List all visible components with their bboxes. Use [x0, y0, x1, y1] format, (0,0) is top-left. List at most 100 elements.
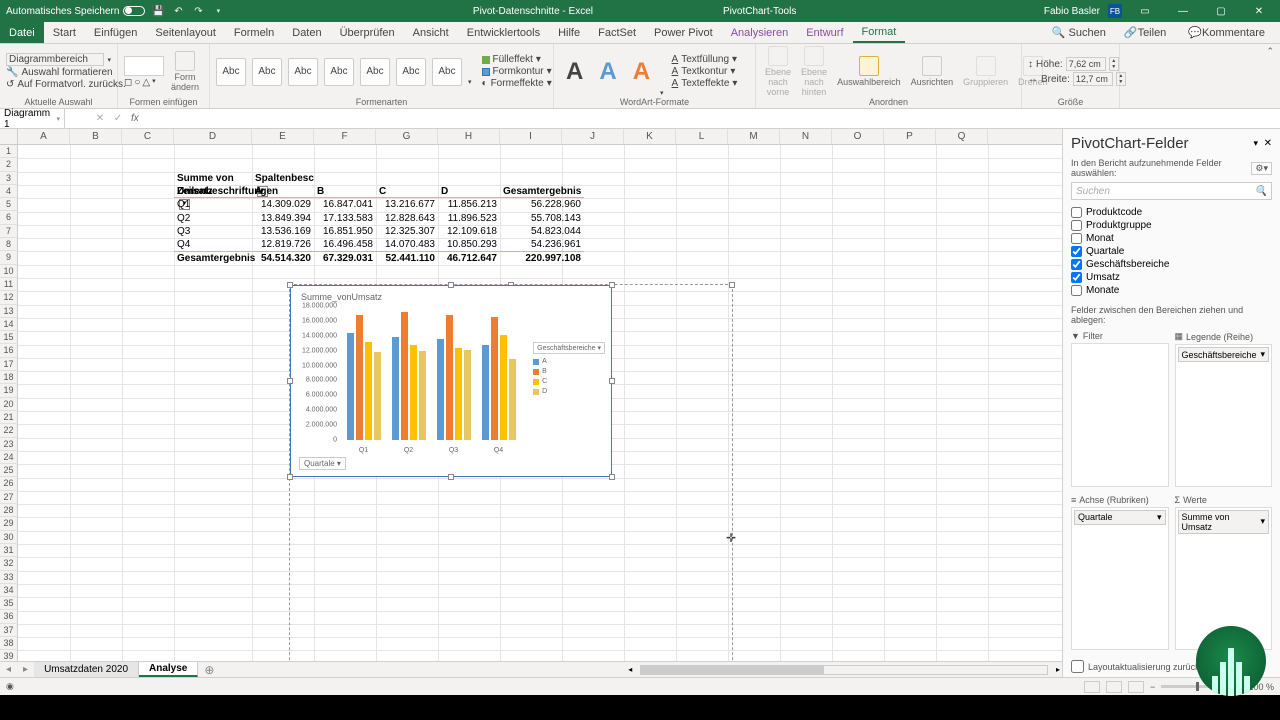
- pivot-cell[interactable]: 55.708.143: [500, 212, 584, 225]
- name-box[interactable]: Diagramm 1▾: [0, 109, 65, 128]
- normal-view-button[interactable]: [1084, 681, 1100, 693]
- row-header[interactable]: 18: [0, 371, 18, 384]
- col-header[interactable]: N: [780, 129, 832, 144]
- col-header[interactable]: L: [676, 129, 728, 144]
- field-checkbox[interactable]: [1071, 220, 1082, 231]
- field-checkbox[interactable]: [1071, 233, 1082, 244]
- pivot-cell[interactable]: D: [438, 185, 500, 198]
- col-header[interactable]: B: [70, 129, 122, 144]
- legend-item[interactable]: D: [533, 388, 605, 395]
- row-header[interactable]: 23: [0, 438, 18, 451]
- col-header[interactable]: E: [252, 129, 314, 144]
- add-sheet-button[interactable]: ⊕: [198, 663, 220, 677]
- pivot-cell[interactable]: 11.856.213: [438, 198, 500, 211]
- field-checkbox[interactable]: [1071, 246, 1082, 257]
- row-header[interactable]: 11: [0, 278, 18, 291]
- group-button[interactable]: Gruppieren: [960, 56, 1011, 87]
- row-header[interactable]: 29: [0, 517, 18, 530]
- row-header[interactable]: 12: [0, 291, 18, 304]
- tab-hilfe[interactable]: Hilfe: [549, 22, 589, 43]
- tab-file[interactable]: Datei: [0, 22, 44, 43]
- zoom-out-button[interactable]: −: [1150, 682, 1155, 692]
- row-header[interactable]: 4: [0, 185, 18, 198]
- horizontal-scrollbar[interactable]: [640, 665, 1048, 675]
- comments-button[interactable]: 💬 Kommentare: [1179, 26, 1274, 39]
- col-header[interactable]: C: [122, 129, 174, 144]
- pivot-cell[interactable]: 67.329.031: [314, 251, 376, 264]
- autosave-toggle[interactable]: Automatisches Speichern: [6, 6, 145, 17]
- height-spinner[interactable]: ▲▼: [1109, 57, 1119, 71]
- row-header[interactable]: 16: [0, 344, 18, 357]
- pivot-cell[interactable]: Spaltenbesc▼: [252, 172, 314, 185]
- row-headers[interactable]: 1234567891011121314151617181920212223242…: [0, 145, 18, 661]
- shape-outline-button[interactable]: Formkontur ▾: [482, 66, 552, 77]
- pivot-cell[interactable]: 14.309.029: [252, 198, 314, 211]
- field-checkbox[interactable]: [1071, 272, 1082, 283]
- selection-pane-button[interactable]: Auswahlbereich: [834, 56, 904, 87]
- close-button[interactable]: ✕: [1244, 0, 1274, 22]
- pivot-cell[interactable]: 12.109.618: [438, 225, 500, 238]
- col-header[interactable]: O: [832, 129, 884, 144]
- tab-überprüfen[interactable]: Überprüfen: [331, 22, 404, 43]
- pivot-cell[interactable]: B: [314, 185, 376, 198]
- pivot-cell[interactable]: 13.536.169: [252, 225, 314, 238]
- tab-einfügen[interactable]: Einfügen: [85, 22, 146, 43]
- pivot-cell[interactable]: 10.850.293: [438, 238, 500, 251]
- enter-icon[interactable]: ✓: [109, 113, 127, 124]
- row-header[interactable]: 8: [0, 238, 18, 251]
- wordart-style[interactable]: A: [627, 58, 656, 86]
- shape-style[interactable]: Abc: [288, 58, 318, 86]
- user-name[interactable]: Fabio Basler: [1044, 6, 1100, 17]
- legend-item[interactable]: B: [533, 368, 605, 375]
- pivot-cell[interactable]: 54.514.320: [252, 251, 314, 264]
- pivot-cell[interactable]: 46.712.647: [438, 251, 500, 264]
- shape-style[interactable]: Abc: [432, 58, 462, 86]
- rotate-button[interactable]: Drehen: [1015, 56, 1051, 87]
- legend-item[interactable]: C: [533, 378, 605, 385]
- pivot-cell[interactable]: 14.070.483: [376, 238, 438, 251]
- row-header[interactable]: 25: [0, 464, 18, 477]
- area-item[interactable]: Quartale▾: [1074, 510, 1166, 525]
- row-header[interactable]: 37: [0, 624, 18, 637]
- text-fill-button[interactable]: A Textfüllung ▾: [672, 54, 738, 65]
- tab-entwurf[interactable]: Entwurf: [797, 22, 852, 43]
- col-header[interactable]: F: [314, 129, 376, 144]
- reset-style-button[interactable]: ↺ Auf Formatvorl. zurücks.: [6, 79, 111, 90]
- field-search-input[interactable]: Suchen🔍: [1071, 182, 1272, 200]
- send-backward-button[interactable]: Ebene nach hinten: [798, 46, 830, 97]
- pivot-cell[interactable]: 12.819.726: [252, 238, 314, 251]
- pivot-cell[interactable]: 56.228.960: [500, 198, 584, 211]
- shape-fill-button[interactable]: Fülleffekt ▾: [482, 54, 552, 65]
- tab-analysieren[interactable]: Analysieren: [722, 22, 797, 43]
- shape-effects-button[interactable]: ◐Formeffekte ▾: [482, 78, 552, 89]
- row-header[interactable]: 28: [0, 504, 18, 517]
- row-header[interactable]: 27: [0, 491, 18, 504]
- chart-title[interactable]: Summe_vonUmsatz: [291, 286, 611, 308]
- tab-start[interactable]: Start: [44, 22, 85, 43]
- pivot-chart[interactable]: Summe_vonUmsatz 02.000.0004.000.0006.000…: [290, 285, 612, 477]
- user-avatar[interactable]: FB: [1108, 4, 1122, 18]
- area-item[interactable]: Summe von Umsatz▾: [1178, 510, 1270, 534]
- row-header[interactable]: 10: [0, 265, 18, 278]
- tab-daten[interactable]: Daten: [283, 22, 330, 43]
- col-header[interactable]: P: [884, 129, 936, 144]
- col-header[interactable]: I: [500, 129, 562, 144]
- pivot-cell[interactable]: 220.997.108: [500, 251, 584, 264]
- pivot-cell[interactable]: 13.216.677: [376, 198, 438, 211]
- row-header[interactable]: 22: [0, 424, 18, 437]
- shape-style[interactable]: Abc: [396, 58, 426, 86]
- wordart-style[interactable]: A: [560, 58, 589, 86]
- sheet-nav-next[interactable]: ▸: [17, 664, 34, 675]
- row-header[interactable]: 24: [0, 451, 18, 464]
- tab-formeln[interactable]: Formeln: [225, 22, 283, 43]
- field-item[interactable]: Monat: [1071, 232, 1272, 245]
- tab-power pivot[interactable]: Power Pivot: [645, 22, 722, 43]
- col-header[interactable]: J: [562, 129, 624, 144]
- row-header[interactable]: 38: [0, 637, 18, 650]
- col-header[interactable]: G: [376, 129, 438, 144]
- row-header[interactable]: 36: [0, 610, 18, 623]
- row-header[interactable]: 20: [0, 398, 18, 411]
- row-header[interactable]: 33: [0, 571, 18, 584]
- field-item[interactable]: Umsatz: [1071, 271, 1272, 284]
- filter-area[interactable]: ▼Filter: [1071, 329, 1169, 487]
